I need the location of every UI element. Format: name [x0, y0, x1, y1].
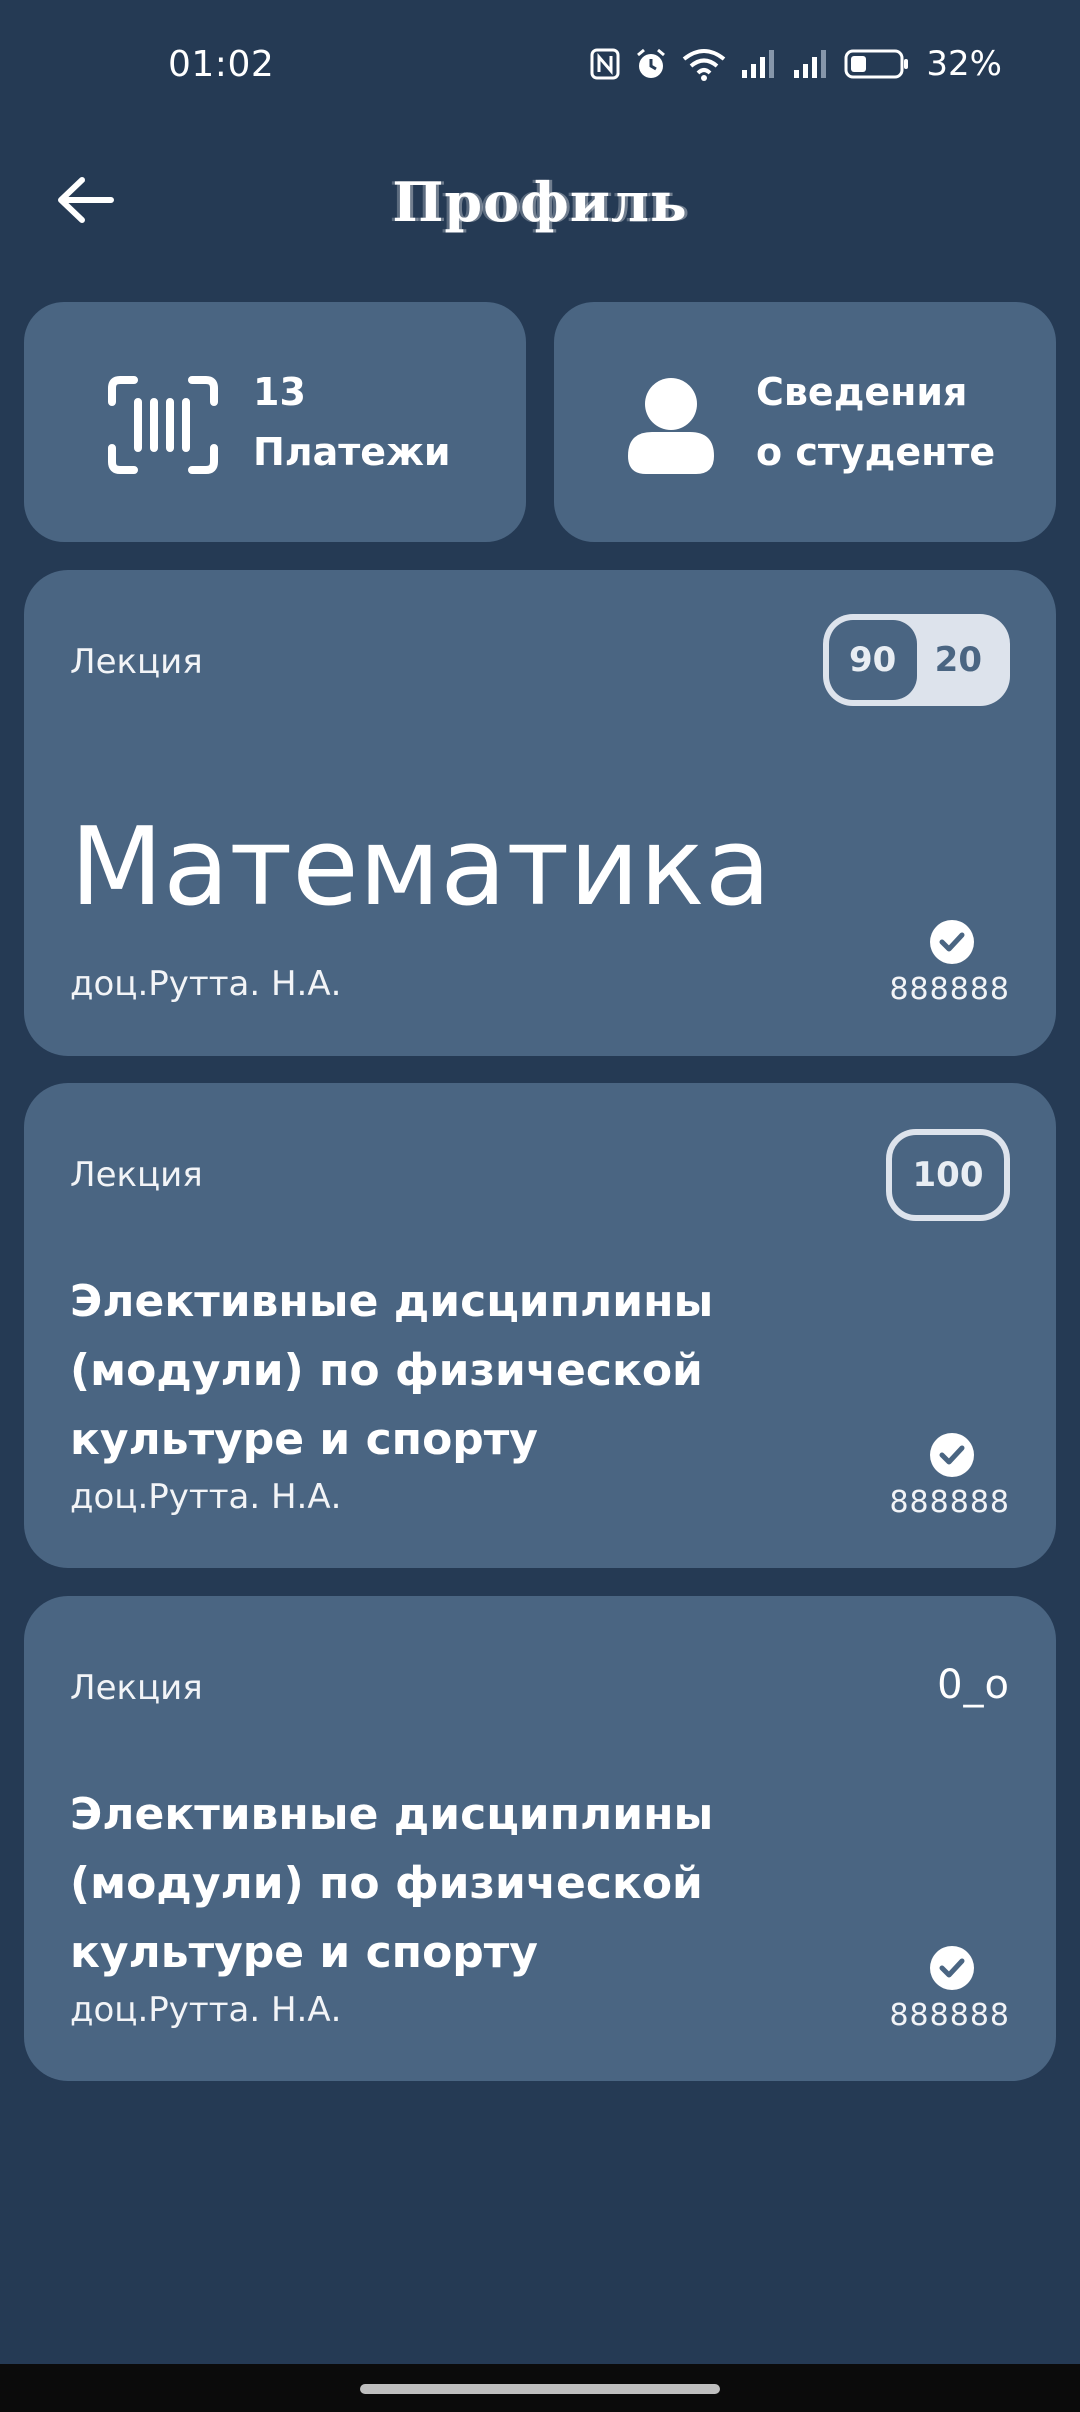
- subject-code: 888888: [889, 972, 1010, 1007]
- battery-percentage: 32%: [926, 44, 1002, 84]
- subject-title: Элективные дисциплины (модули) по физиче…: [70, 1267, 713, 1474]
- lesson-type: Лекция: [70, 642, 203, 682]
- payments-count: 13: [253, 370, 306, 414]
- score-pill: 90 20: [822, 614, 1010, 706]
- subject-title-line: Элективные дисциплины: [70, 1276, 714, 1327]
- subject-title: Математика: [70, 805, 771, 930]
- subject-title-line: (модули) по физической: [70, 1858, 703, 1909]
- home-gesture-handle[interactable]: [360, 2384, 720, 2394]
- teacher-name: доц.Рутта. Н.А.: [70, 964, 342, 1004]
- lesson-type: Лекция: [70, 1155, 203, 1195]
- subject-title-line: культуре и спорту: [70, 1927, 538, 1978]
- signal-icon: [740, 48, 778, 80]
- check-icon: [930, 1946, 974, 1990]
- subject-card[interactable]: Лекция 0_o Элективные дисциплины (модули…: [24, 1596, 1056, 2081]
- battery-icon: [844, 48, 910, 80]
- score-value: 20: [934, 640, 982, 680]
- subject-card[interactable]: Лекция 90 20 Математика доц.Рутта. Н.А. …: [24, 570, 1056, 1056]
- subject-code: 888888: [889, 1485, 1010, 1520]
- subject-card[interactable]: Лекция 100 Элективные дисциплины (модули…: [24, 1083, 1056, 1568]
- wifi-icon: [682, 47, 726, 81]
- teacher-name: доц.Рутта. Н.А.: [70, 1477, 342, 1517]
- status-icons: 32%: [590, 44, 1002, 84]
- payments-card[interactable]: 13 Платежи: [24, 302, 526, 542]
- app-header: Профиль: [0, 150, 1080, 250]
- check-icon: [930, 920, 974, 964]
- student-info-card[interactable]: Сведения о студенте: [554, 302, 1056, 542]
- check-icon: [930, 1433, 974, 1477]
- barcode-scan-icon: [108, 376, 218, 478]
- subject-title-line: (модули) по физической: [70, 1345, 703, 1396]
- score-value: 90: [828, 620, 917, 700]
- status-bar: 01:02 32%: [0, 0, 1080, 140]
- student-info-line2: о студенте: [756, 430, 996, 474]
- signal-icon: [792, 48, 830, 80]
- lesson-type: Лекция: [70, 1668, 203, 1708]
- person-icon: [626, 376, 716, 480]
- subject-title-line: Элективные дисциплины: [70, 1789, 714, 1840]
- page-title: Профиль: [392, 170, 688, 234]
- alarm-icon: [634, 47, 668, 81]
- subject-code: 888888: [889, 1998, 1010, 2033]
- subject-title: Элективные дисциплины (модули) по физиче…: [70, 1780, 713, 1987]
- nfc-icon: [590, 48, 620, 80]
- status-time: 01:02: [168, 44, 275, 85]
- teacher-name: доц.Рутта. Н.А.: [70, 1990, 342, 2030]
- payments-label: Платежи: [253, 430, 451, 474]
- student-info-line1: Сведения: [756, 370, 968, 414]
- subject-title-line: культуре и спорту: [70, 1414, 538, 1465]
- system-navigation-bar: [0, 2364, 1080, 2412]
- score-value: 0_o: [937, 1662, 1010, 1708]
- score-value: 100: [886, 1129, 1010, 1221]
